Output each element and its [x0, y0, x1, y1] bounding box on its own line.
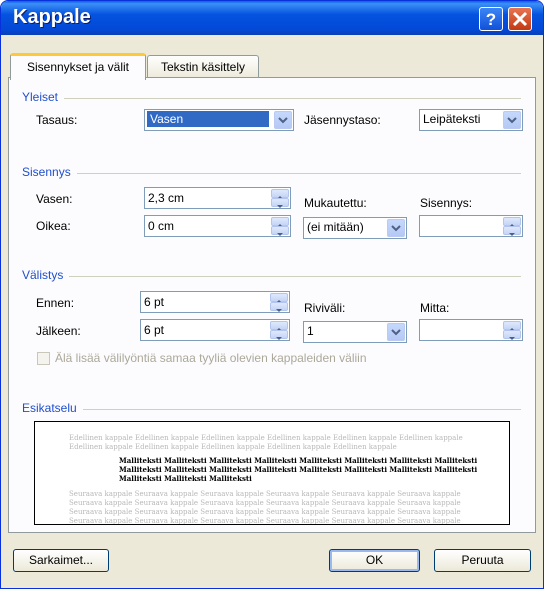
general-divider [23, 98, 521, 99]
preview-before-line: Edellinen kappale Edellinen kappale Edel… [69, 443, 397, 451]
space-before-value: 6 pt [144, 295, 165, 309]
alignment-select[interactable]: Vasen [144, 109, 294, 131]
left-indent-label: Vasen: [36, 192, 73, 206]
close-button[interactable] [508, 7, 532, 31]
outline-level-select[interactable]: Leipäteksti [419, 109, 523, 131]
preview-sample-line: Malliteksti Malliteksti Malliteksti [119, 474, 252, 483]
indent-by-spinner[interactable] [419, 215, 523, 237]
chevron-down-icon[interactable] [503, 111, 521, 129]
preview-divider [23, 409, 521, 410]
indent-group-title: Sisennys [22, 165, 77, 179]
space-before-spinner[interactable]: 6 pt [140, 291, 290, 313]
tab-indents-spacing[interactable]: Sisennykset ja välit [10, 53, 146, 80]
preview-after-line: Seuraava kappale Seuraava kappale Seuraa… [69, 508, 461, 516]
special-indent-label: Mukautettu: [304, 196, 367, 210]
special-indent-value: (ei mitään) [307, 220, 364, 234]
preview-after-line: Seuraava kappale Seuraava kappale Seuraa… [69, 490, 461, 498]
space-after-label: Jälkeen: [36, 324, 81, 338]
spacing-group-title: Välistys [22, 268, 70, 282]
question-icon: ? [486, 10, 496, 29]
chevron-down-icon[interactable] [387, 323, 405, 341]
general-group-title: Yleiset [22, 90, 65, 104]
spin-down-icon[interactable] [270, 302, 288, 312]
spin-down-icon[interactable] [271, 226, 289, 236]
preview-group-title: Esikatselu [22, 401, 83, 415]
spin-up-icon[interactable] [503, 321, 521, 331]
spin-up-icon[interactable] [270, 321, 288, 331]
preview-pane: Edellinen kappale Edellinen kappale Edel… [34, 421, 510, 525]
outline-level-value: Leipäteksti [423, 112, 481, 126]
tab-line-page-breaks[interactable]: Tekstin käsittely [147, 55, 259, 79]
indent-divider [23, 173, 521, 174]
left-indent-spinner[interactable]: 2,3 cm [144, 187, 291, 209]
spin-down-icon[interactable] [271, 198, 289, 208]
line-spacing-select[interactable]: 1 [303, 321, 407, 343]
space-before-label: Ennen: [36, 296, 75, 310]
spin-up-icon[interactable] [503, 217, 521, 227]
window-title: Kappale [13, 6, 91, 28]
preview-after-line: Seuraava kappale Seuraava kappale Seuraa… [69, 499, 461, 507]
outline-level-label: Jäsennystaso: [304, 113, 381, 127]
preview-before-line: Edellinen kappale Edellinen kappale Edel… [69, 434, 463, 442]
spin-up-icon[interactable] [271, 189, 289, 199]
line-spacing-value: 1 [307, 324, 314, 338]
spin-down-icon[interactable] [503, 226, 521, 236]
tabs-button[interactable]: Sarkaimet... [13, 549, 109, 572]
space-after-value: 6 pt [144, 323, 165, 337]
line-spacing-at-label: Mitta: [420, 301, 450, 315]
right-indent-label: Oikea: [36, 219, 71, 233]
svg-text:?: ? [486, 10, 496, 29]
no-space-same-style-label: Älä lisää välilyöntiä samaa tyyliä olevi… [55, 351, 367, 365]
line-spacing-label: Riviväli: [304, 301, 346, 315]
indent-by-label: Sisennys: [420, 196, 473, 210]
spin-up-icon[interactable] [270, 293, 288, 303]
chevron-down-icon[interactable] [274, 111, 292, 129]
right-indent-spinner[interactable]: 0 cm [144, 215, 291, 237]
line-spacing-at-spinner[interactable] [419, 319, 523, 341]
alignment-value: Vasen [147, 111, 269, 127]
paragraph-dialog: Kappale ? Sisennykset ja välit Tekstin k… [0, 0, 544, 589]
spacing-divider [23, 276, 521, 277]
help-button[interactable]: ? [479, 7, 503, 31]
left-indent-value: 2,3 cm [148, 191, 185, 205]
preview-sample-line: Malliteksti Malliteksti Malliteksti Mall… [119, 465, 479, 474]
preview-sample-line: Malliteksti Malliteksti Malliteksti Mall… [119, 456, 479, 465]
preview-after-line: Seuraava kappale Seuraava kappale Seuraa… [69, 517, 461, 525]
space-after-spinner[interactable]: 6 pt [140, 319, 290, 341]
title-bar[interactable]: Kappale ? [1, 1, 543, 35]
chevron-down-icon[interactable] [387, 219, 405, 237]
spin-down-icon[interactable] [270, 330, 288, 340]
no-space-same-style-checkbox[interactable] [37, 352, 50, 365]
spin-up-icon[interactable] [271, 217, 289, 227]
right-indent-value: 0 cm [148, 219, 175, 233]
special-indent-select[interactable]: (ei mitään) [303, 217, 407, 239]
close-icon [512, 11, 528, 27]
alignment-label: Tasaus: [36, 113, 78, 127]
ok-button[interactable]: OK [329, 549, 420, 572]
cancel-button[interactable]: Peruuta [434, 549, 531, 572]
spin-down-icon[interactable] [503, 330, 521, 340]
